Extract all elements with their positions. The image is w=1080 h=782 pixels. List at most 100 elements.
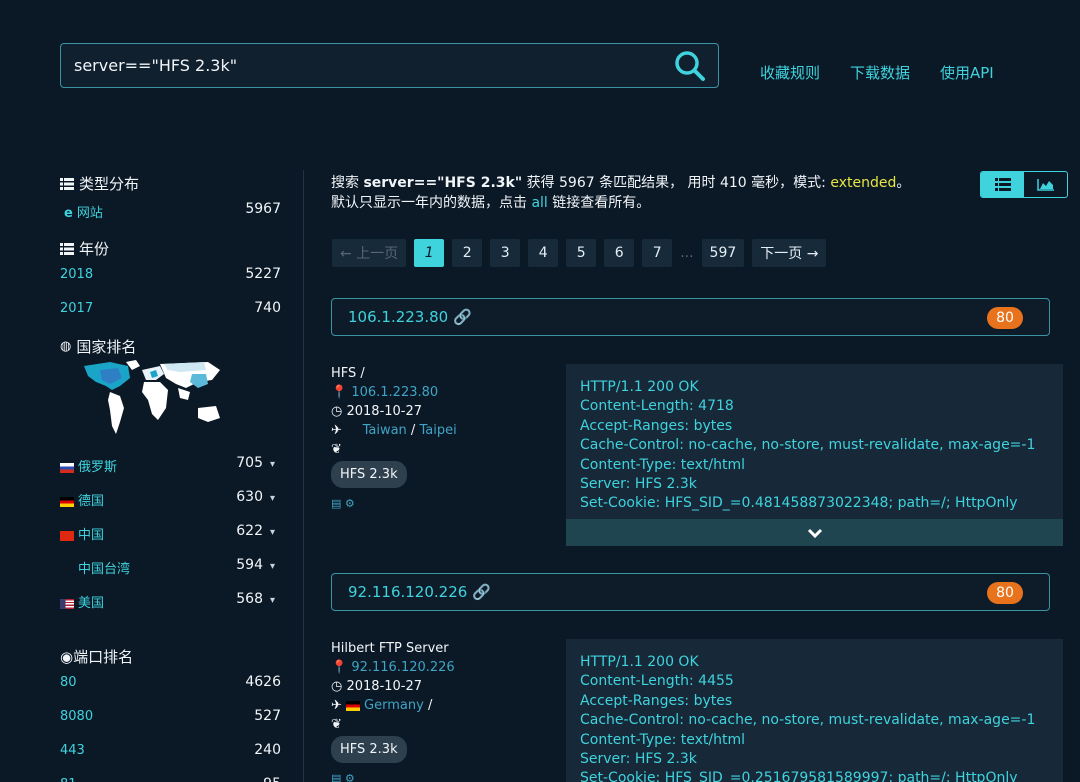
page-3-button[interactable]: 3	[490, 239, 521, 267]
sidebar-item-port-81[interactable]: 81	[60, 777, 77, 782]
use-api-link[interactable]: 使用API	[940, 62, 994, 83]
all-link[interactable]: all	[531, 195, 547, 211]
germany-flag-icon	[60, 496, 74, 507]
result-ip-link[interactable]: 92.116.120.226	[351, 660, 454, 675]
year-heading: 年份	[60, 238, 109, 259]
download-data-link[interactable]: 下载数据	[850, 62, 910, 83]
result-date: 2018-10-27	[346, 679, 423, 694]
chevron-down-icon[interactable]: ▾	[270, 459, 275, 470]
next-page-button[interactable]: 下一页 →	[752, 239, 827, 267]
page-7-button[interactable]: 7	[642, 239, 673, 267]
china-flag-icon	[60, 530, 74, 541]
document-icon[interactable]: ▤	[331, 497, 341, 510]
port-ranking-heading: ◉端口排名	[60, 648, 134, 666]
gears-icon[interactable]: ⚙	[345, 772, 355, 782]
country-ranking-heading: ◍ 国家排名	[60, 338, 137, 356]
result-meta: HFS / 📍 106.1.223.80 ◷ 2018-10-27 ✈ Taiw…	[331, 366, 457, 510]
list-icon	[60, 242, 74, 255]
list-icon	[994, 178, 1011, 191]
chart-view-button[interactable]	[1024, 172, 1067, 197]
sidebar-item-port-80[interactable]: 80	[60, 675, 77, 690]
link-icon[interactable]: 🔗	[453, 308, 472, 326]
page-6-button[interactable]: 6	[604, 239, 635, 267]
chevron-down-icon	[807, 528, 822, 538]
page-5-button[interactable]: 5	[566, 239, 597, 267]
chevron-down-icon[interactable]: ▾	[270, 595, 275, 606]
view-toggle	[980, 171, 1068, 198]
list-view-button[interactable]	[981, 172, 1024, 197]
world-map[interactable]	[80, 360, 224, 438]
sidebar-count: 95	[221, 776, 281, 782]
summary-query: server=="HFS 2.3k"	[363, 175, 523, 191]
area-chart-icon	[1036, 179, 1054, 191]
gears-icon[interactable]: ⚙	[345, 497, 355, 510]
sidebar-count: 527	[254, 708, 281, 724]
result-ip[interactable]: 106.1.223.80	[348, 308, 448, 326]
type-distribution-heading: 类型分布	[60, 173, 139, 194]
germany-flag-icon	[346, 700, 361, 711]
header-line: Cache-Control: no-cache, no-store, must-…	[580, 437, 1036, 454]
prev-page-button[interactable]: ← 上一页	[332, 239, 407, 267]
header-line: Set-Cookie: HFS_SID_=0.481458873022348; …	[580, 495, 1018, 512]
sidebar-count: 740	[254, 300, 281, 316]
header-line: Server: HFS 2.3k	[580, 476, 697, 493]
clock-icon: ◷	[331, 679, 343, 694]
sidebar-count: 622	[236, 523, 263, 539]
leaf-icon: ❦	[331, 717, 342, 732]
result-country-link[interactable]: Germany	[364, 698, 424, 713]
header-line: Accept-Ranges: bytes	[580, 692, 733, 709]
chevron-down-icon[interactable]: ▾	[270, 493, 275, 504]
globe-icon: ◍	[60, 339, 72, 354]
sidebar-item-website[interactable]: e 网站	[64, 202, 103, 221]
link-icon[interactable]: 🔗	[472, 583, 491, 601]
sidebar-item-country-china[interactable]: 中国	[60, 524, 104, 543]
search-input[interactable]: server=="HFS 2.3k"	[60, 43, 719, 88]
server-tag[interactable]: HFS 2.3k	[331, 736, 407, 763]
result-ip-link[interactable]: 106.1.223.80	[351, 385, 438, 400]
sidebar-item-year-2018[interactable]: 2018	[60, 267, 93, 282]
chevron-down-icon[interactable]: ▾	[270, 561, 275, 572]
server-tag[interactable]: HFS 2.3k	[331, 461, 407, 488]
sidebar-item-country-russia[interactable]: 俄罗斯	[60, 456, 117, 475]
usa-flag-icon	[60, 598, 74, 609]
header-line: Server: HFS 2.3k	[580, 751, 697, 768]
ie-icon: e	[64, 206, 73, 221]
sidebar-item-year-2017[interactable]: 2017	[60, 301, 93, 316]
result-title: Hilbert FTP Server	[331, 641, 449, 656]
page-ellipsis: ...	[680, 245, 694, 261]
search-summary: 搜索 server=="HFS 2.3k" 获得 5967 条匹配结果， 用时 …	[331, 175, 911, 211]
result-ip-bar[interactable]: 106.1.223.80 🔗 80	[331, 298, 1050, 336]
chevron-down-icon[interactable]: ▾	[270, 527, 275, 538]
result-ip[interactable]: 92.116.120.226	[348, 583, 467, 601]
sidebar-item-country-taiwan[interactable]: 中国台湾	[78, 558, 130, 577]
sidebar-item-port-443[interactable]: 443	[60, 743, 85, 758]
sidebar-count: 705	[236, 455, 263, 471]
header-line: Content-Type: text/html	[580, 456, 746, 473]
result-city-link[interactable]: Taipei	[419, 423, 456, 438]
plane-icon: ✈	[331, 698, 342, 713]
page-597-button[interactable]: 597	[701, 239, 745, 267]
favorite-rules-link[interactable]: 收藏规则	[760, 62, 820, 83]
response-headers: HTTP/1.1 200 OK Content-Length: 4455 Acc…	[566, 639, 1063, 782]
page-1-button[interactable]: 1	[414, 239, 445, 267]
sidebar-item-country-usa[interactable]: 美国	[60, 592, 104, 611]
page-4-button[interactable]: 4	[528, 239, 559, 267]
sidebar-count: 630	[236, 489, 263, 505]
search-icon[interactable]	[674, 50, 706, 82]
header-line: HTTP/1.1 200 OK	[580, 379, 699, 395]
expand-headers-button[interactable]	[566, 519, 1063, 546]
leaf-icon: ❦	[331, 442, 342, 457]
port-badge[interactable]: 80	[987, 307, 1023, 329]
result-country-link[interactable]: Taiwan	[363, 423, 407, 438]
header-line: Set-Cookie: HFS_SID_=0.251679581589997; …	[580, 770, 1018, 782]
sidebar-item-port-8080[interactable]: 8080	[60, 709, 93, 724]
port-badge[interactable]: 80	[987, 582, 1023, 604]
page-2-button[interactable]: 2	[452, 239, 483, 267]
summary-mode: extended	[830, 175, 897, 191]
sidebar-item-country-germany[interactable]: 德国	[60, 490, 104, 509]
map-marker-icon: 📍	[331, 385, 348, 400]
search-query-text: server=="HFS 2.3k"	[74, 56, 238, 75]
result-ip-bar[interactable]: 92.116.120.226 🔗 80	[331, 573, 1050, 611]
header-line: Cache-Control: no-cache, no-store, must-…	[580, 712, 1036, 729]
document-icon[interactable]: ▤	[331, 772, 341, 782]
